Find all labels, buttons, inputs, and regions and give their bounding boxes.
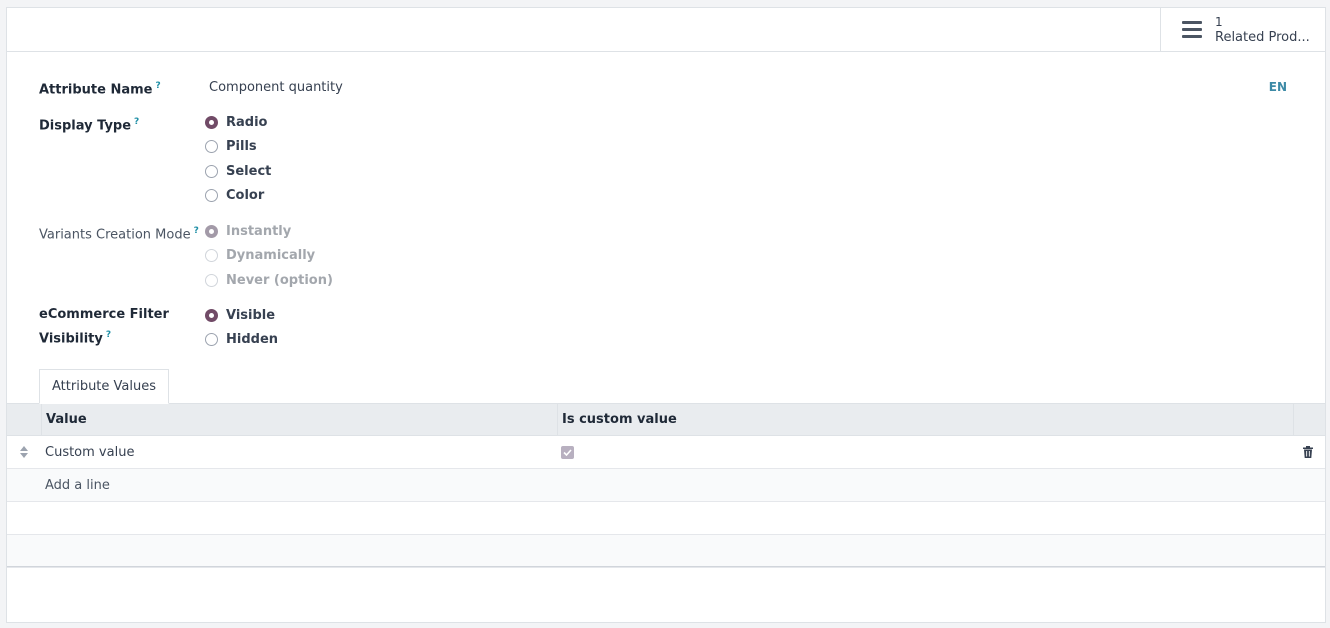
variants-creation-mode-radio-group: Instantly Dynamically Never (option) xyxy=(205,219,333,293)
display-type-option-select[interactable]: Select xyxy=(205,159,271,184)
display-type-option-pills[interactable]: Pills xyxy=(205,135,271,160)
display-type-help-icon[interactable]: ? xyxy=(134,117,139,127)
bars-icon xyxy=(1182,21,1202,38)
display-type-radio-group: Radio Pills Select Color xyxy=(205,110,271,208)
attribute-name-help-icon[interactable]: ? xyxy=(156,81,161,91)
radio-icon[interactable] xyxy=(205,140,218,154)
display-type-label: Display Type? xyxy=(39,117,140,134)
related-products-label: Related Prod... xyxy=(1215,29,1310,45)
optional-columns-header xyxy=(1293,404,1325,435)
attribute-name-label: Attribute Name? xyxy=(39,81,161,98)
handle-column-header xyxy=(7,404,41,435)
radio-icon[interactable] xyxy=(205,333,218,347)
radio-checked-icon[interactable] xyxy=(205,308,218,322)
add-line-row: Add a line xyxy=(7,469,1325,502)
radio-icon[interactable] xyxy=(205,189,218,203)
form-sheet: 1 Related Prod... Attribute Name? Compon… xyxy=(6,7,1326,623)
add-line-link[interactable]: Add a line xyxy=(7,478,110,493)
drag-handle-icon[interactable] xyxy=(7,446,41,458)
related-products-button[interactable]: 1 Related Prod... xyxy=(1160,8,1325,51)
empty-row xyxy=(7,535,1325,568)
related-products-count: 1 xyxy=(1215,14,1223,29)
display-type-option-radio[interactable]: Radio xyxy=(205,110,271,135)
button-box: 1 Related Prod... xyxy=(7,8,1325,52)
radio-icon xyxy=(205,249,218,263)
language-button[interactable]: EN xyxy=(1269,78,1287,96)
radio-checked-icon[interactable] xyxy=(205,115,218,129)
column-header-is-custom-value[interactable]: Is custom value xyxy=(557,404,1293,435)
tab-attribute-values[interactable]: Attribute Values xyxy=(39,369,170,404)
variants-option-instantly: Instantly xyxy=(205,219,333,244)
radio-icon[interactable] xyxy=(205,164,218,178)
is-custom-value-cell[interactable] xyxy=(557,445,1291,459)
visibility-option-visible[interactable]: Visible xyxy=(205,303,278,328)
attribute-name-input[interactable]: Component quantity xyxy=(209,78,343,98)
table-bottom-divider xyxy=(7,566,1325,567)
variants-option-never: Never (option) xyxy=(205,268,333,293)
variants-creation-mode-help-icon[interactable]: ? xyxy=(194,226,199,236)
checkbox-checked-icon[interactable] xyxy=(561,445,574,459)
table-header: Value Is custom value xyxy=(7,404,1325,436)
variants-option-dynamically: Dynamically xyxy=(205,244,333,269)
ecommerce-visibility-help-icon[interactable]: ? xyxy=(106,330,111,340)
ecommerce-visibility-radio-group: Visible Hidden xyxy=(205,303,278,352)
radio-checked-icon xyxy=(205,224,218,238)
ecommerce-filter-visibility-label: eCommerce Filter Visibility? xyxy=(39,307,169,347)
empty-row xyxy=(7,502,1325,535)
value-cell[interactable]: Custom value xyxy=(41,445,557,460)
variants-creation-mode-label: Variants Creation Mode? xyxy=(39,226,199,243)
radio-icon xyxy=(205,273,218,287)
trash-icon[interactable] xyxy=(1291,446,1325,458)
table-row[interactable]: Custom value xyxy=(7,436,1325,469)
display-type-option-color[interactable]: Color xyxy=(205,184,271,209)
attribute-values-table: Value Is custom value Custom value Add a… xyxy=(7,403,1325,568)
column-header-value[interactable]: Value xyxy=(41,404,557,435)
visibility-option-hidden[interactable]: Hidden xyxy=(205,328,278,353)
